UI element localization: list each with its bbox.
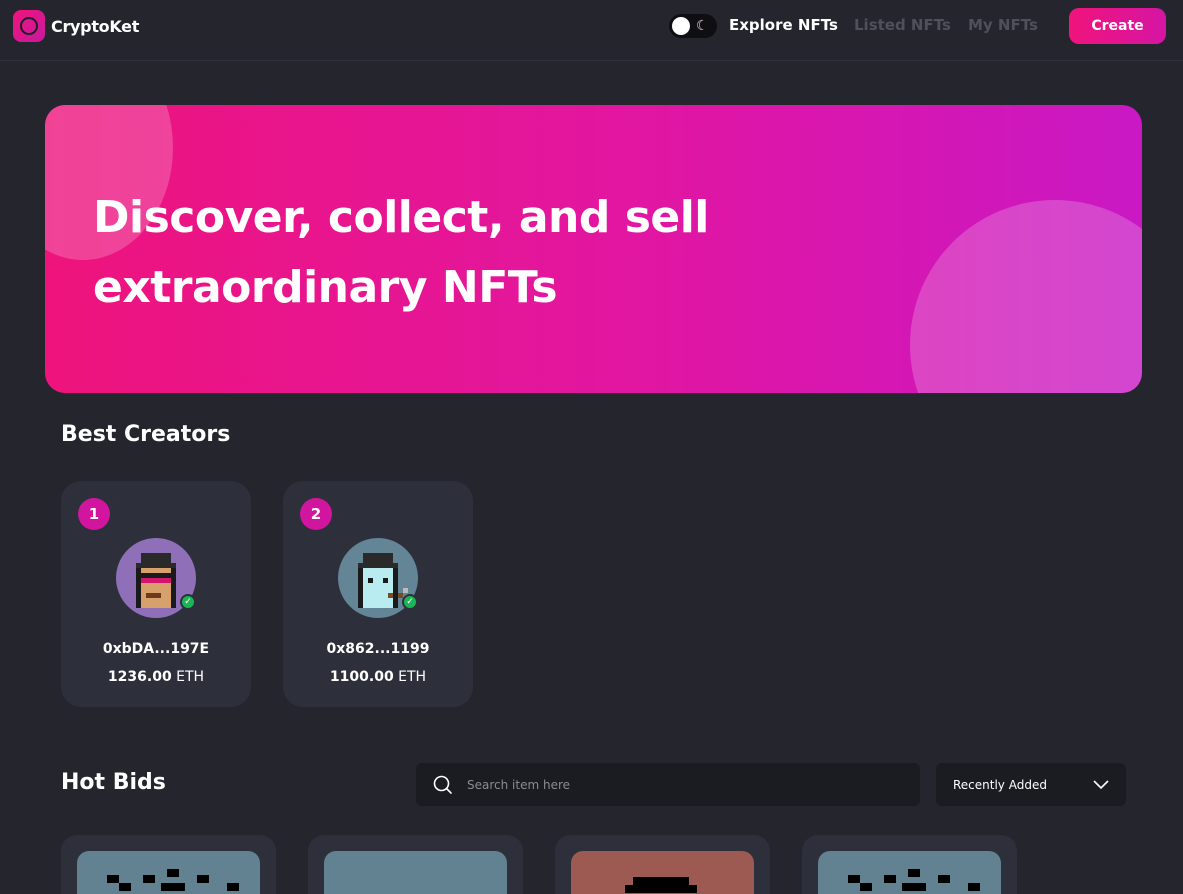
hero-decor-circle: [910, 200, 1142, 393]
hero-title: Discover, collect, and sell extraordinar…: [93, 192, 709, 313]
best-creators-title: Best Creators: [61, 422, 231, 447]
navbar: CryptoKet ☾ Explore NFTs Listed NFTs My …: [0, 0, 1183, 61]
sort-dropdown[interactable]: Recently Added: [936, 763, 1126, 806]
search-bar[interactable]: [416, 763, 920, 806]
creator-currency: ETH: [176, 669, 205, 685]
creator-card[interactable]: 1 ✓ 0xbDA...197E 1236.00 ETH: [61, 481, 251, 707]
search-input[interactable]: [467, 777, 920, 792]
creator-balance: 1236.00 ETH: [61, 669, 251, 685]
creator-rank: 1: [78, 498, 110, 530]
creator-rank: 2: [300, 498, 332, 530]
search-icon: [433, 775, 452, 794]
nft-image: [818, 851, 1001, 894]
sort-label: Recently Added: [953, 777, 1047, 792]
nav-link-listed[interactable]: Listed NFTs: [854, 16, 951, 34]
creator-amount: 1236.00: [107, 669, 172, 685]
nav-link-explore[interactable]: Explore NFTs: [729, 16, 838, 34]
chevron-down-icon: [1093, 779, 1109, 789]
toggle-knob: [672, 17, 690, 35]
create-button[interactable]: Create: [1069, 8, 1166, 44]
nft-card[interactable]: [308, 835, 523, 894]
creator-address: 0xbDA...197E: [102, 641, 210, 657]
theme-toggle[interactable]: ☾: [669, 14, 717, 38]
verified-icon: ✓: [180, 594, 196, 610]
moon-icon: ☾: [696, 18, 709, 34]
hero-banner: Discover, collect, and sell extraordinar…: [45, 105, 1142, 393]
logo[interactable]: CryptoKet: [13, 10, 139, 42]
nft-image: [324, 851, 507, 894]
creator-card[interactable]: 2 ✓ 0x862...1199 1100.00 ETH: [283, 481, 473, 707]
nft-image: [571, 851, 754, 894]
logo-icon: [13, 10, 45, 42]
nft-card[interactable]: [802, 835, 1017, 894]
logo-text: CryptoKet: [51, 16, 140, 36]
nft-card[interactable]: [61, 835, 276, 894]
creator-currency: ETH: [398, 669, 427, 685]
creator-balance: 1100.00 ETH: [283, 669, 473, 685]
creator-amount: 1100.00: [329, 669, 394, 685]
verified-icon: ✓: [402, 594, 418, 610]
nft-image: [77, 851, 260, 894]
creator-address: 0x862...1199: [326, 641, 430, 657]
hot-bids-title: Hot Bids: [61, 770, 166, 795]
nav-link-my-nfts[interactable]: My NFTs: [968, 16, 1038, 34]
nft-card[interactable]: [555, 835, 770, 894]
